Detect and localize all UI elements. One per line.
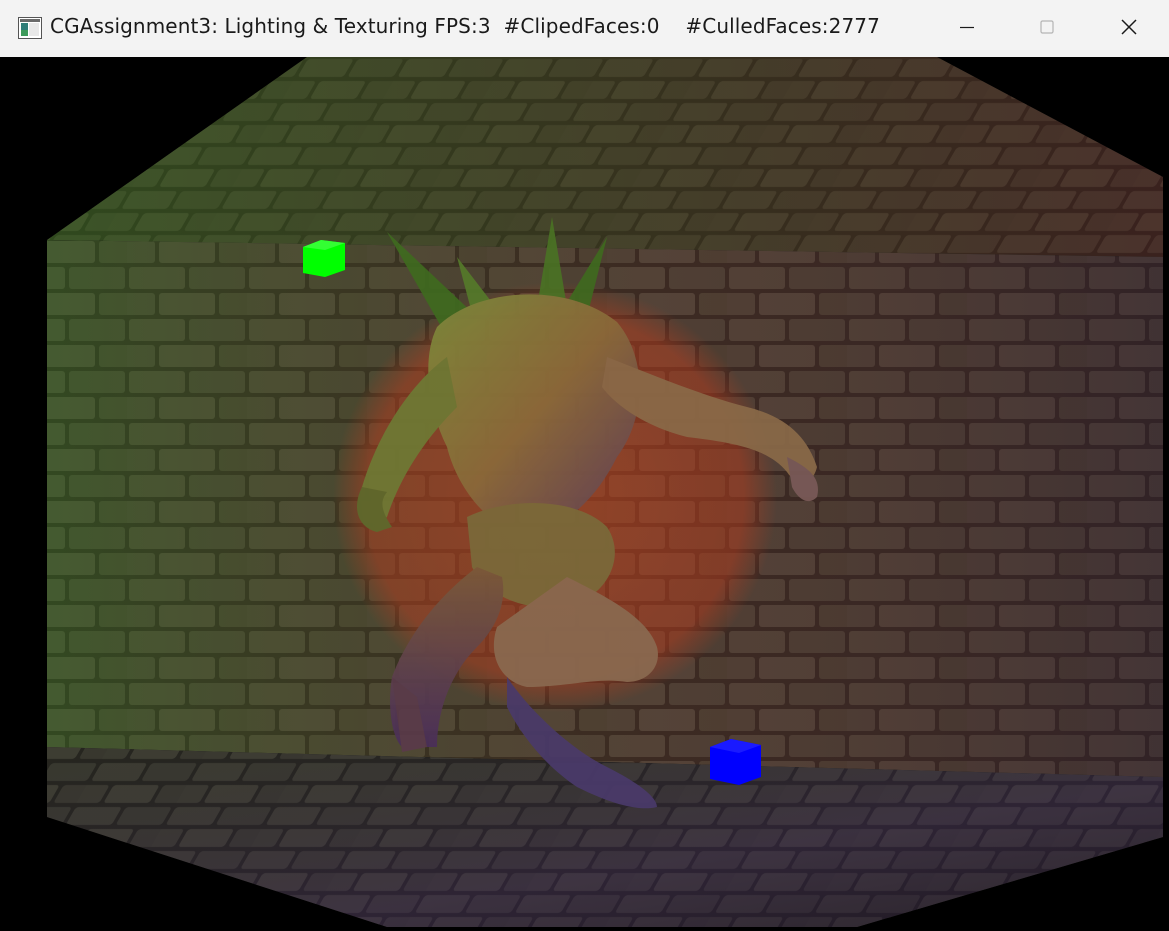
ceiling-surface bbox=[47, 57, 1163, 257]
scene-canvas bbox=[47, 57, 1163, 927]
close-icon bbox=[1120, 18, 1138, 40]
render-viewport[interactable] bbox=[7, 57, 1163, 927]
green-light-cube bbox=[303, 240, 345, 277]
maximize-button[interactable] bbox=[1007, 0, 1087, 57]
minimize-button[interactable] bbox=[927, 0, 1007, 57]
window-title: CGAssignment3: Lighting & Texturing FPS:… bbox=[50, 14, 880, 38]
title-bar[interactable]: CGAssignment3: Lighting & Texturing FPS:… bbox=[0, 0, 1169, 57]
blue-light-cube bbox=[710, 739, 761, 785]
application-window: CGAssignment3: Lighting & Texturing FPS:… bbox=[0, 0, 1169, 931]
maximize-icon bbox=[1039, 19, 1055, 39]
minimize-icon bbox=[959, 19, 975, 39]
window-app-icon bbox=[18, 17, 42, 39]
close-button[interactable] bbox=[1088, 0, 1169, 57]
